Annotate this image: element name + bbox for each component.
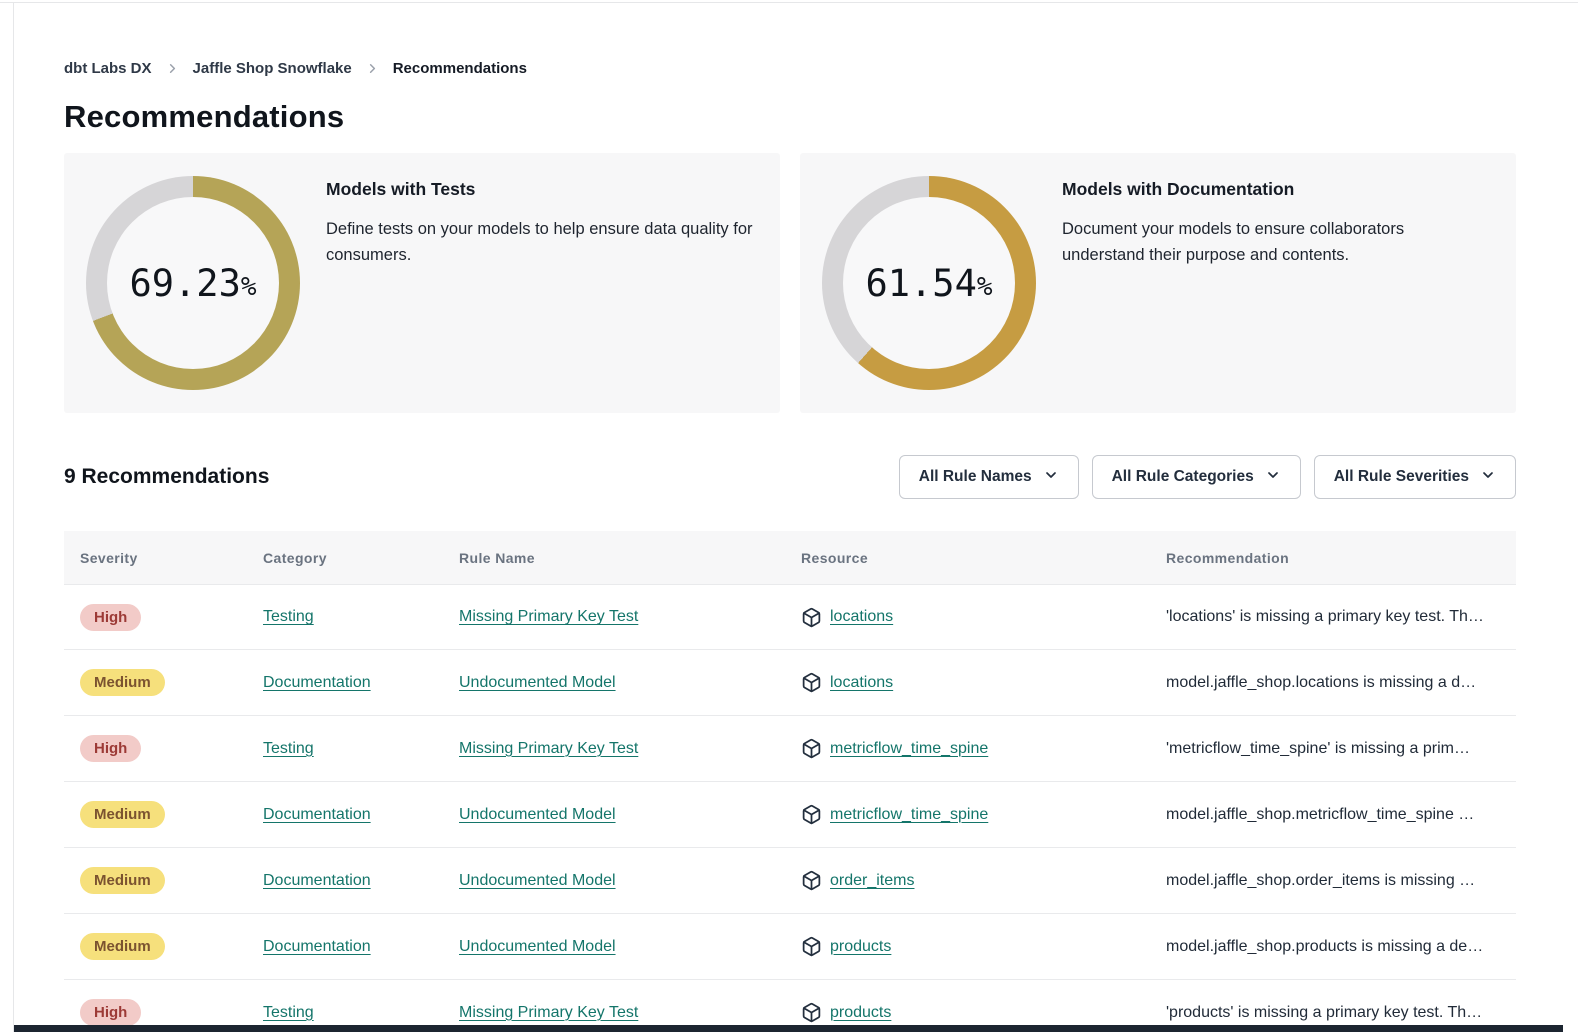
resource-link[interactable]: products [830,1004,891,1022]
breadcrumb-item-current: Recommendations [393,60,527,77]
severity-badge: Medium [80,867,165,894]
chevron-right-icon [165,61,180,76]
rule-categories-filter-dropdown[interactable]: All Rule Categories [1092,455,1301,499]
models-with-documentation-card: 61.54% Models with Documentation Documen… [800,153,1516,413]
card-title: Models with Documentation [1062,179,1462,200]
table-header-row: Severity Category Rule Name Resource Rec… [64,531,1516,584]
resource-link[interactable]: locations [830,608,893,626]
rule-name-link[interactable]: Undocumented Model [459,938,616,955]
recommendations-count-title: 9 Recommendations [64,465,269,489]
bottom-dark-bar [14,1025,1563,1032]
rule-name-link[interactable]: Missing Primary Key Test [459,1004,638,1021]
model-box-icon [801,870,822,891]
model-box-icon [801,804,822,825]
model-box-icon [801,1002,822,1023]
category-link[interactable]: Documentation [263,806,371,823]
column-header-resource: Resource [801,550,1166,566]
model-box-icon [801,936,822,957]
recommendation-text: 'metricflow_time_spine' is missing a pri… [1166,740,1516,758]
column-header-rule-name: Rule Name [459,550,801,566]
panel-left-border [13,2,14,1032]
filter-bar: All Rule Names All Rule Categories All R… [899,455,1516,499]
documentation-percent-value: 61.54% [822,176,1036,390]
category-link[interactable]: Testing [263,1004,314,1021]
table-row: High Testing Missing Primary Key Test lo… [64,584,1516,650]
metric-cards: 69.23% Models with Tests Define tests on… [64,153,1516,413]
resource-link[interactable]: order_items [830,872,914,890]
tests-percent-value: 69.23% [86,176,300,390]
severity-badge: Medium [80,801,165,828]
category-link[interactable]: Testing [263,608,314,625]
recommendation-text: 'products' is missing a primary key test… [1166,1004,1516,1022]
resource-link[interactable]: metricflow_time_spine [830,740,988,758]
card-title: Models with Tests [326,179,780,200]
severity-badge: High [80,604,141,631]
severity-badge: High [80,999,141,1026]
category-link[interactable]: Testing [263,740,314,757]
table-row: Medium Documentation Undocumented Model … [64,650,1516,716]
table-row: High Testing Missing Primary Key Test me… [64,716,1516,782]
rule-name-link[interactable]: Missing Primary Key Test [459,608,638,625]
column-header-category: Category [263,550,459,566]
resource-link[interactable]: products [830,938,891,956]
table-row: Medium Documentation Undocumented Model … [64,782,1516,848]
recommendation-text: model.jaffle_shop.locations is missing a… [1166,674,1516,692]
rule-names-filter-dropdown[interactable]: All Rule Names [899,455,1079,499]
table-row: Medium Documentation Undocumented Model … [64,914,1516,980]
documentation-donut-chart: 61.54% [822,176,1036,390]
category-link[interactable]: Documentation [263,674,371,691]
severity-badge: Medium [80,669,165,696]
chevron-down-icon [1043,466,1059,488]
chevron-right-icon [365,61,380,76]
table-body: High Testing Missing Primary Key Test lo… [64,584,1516,1032]
models-with-tests-card: 69.23% Models with Tests Define tests on… [64,153,780,413]
rule-name-link[interactable]: Missing Primary Key Test [459,740,638,757]
main-content: dbt Labs DX Jaffle Shop Snowflake Recomm… [64,0,1516,1032]
severity-badge: High [80,735,141,762]
recommendation-text: 'locations' is missing a primary key tes… [1166,608,1516,626]
category-link[interactable]: Documentation [263,938,371,955]
resource-link[interactable]: locations [830,674,893,692]
chevron-down-icon [1265,466,1281,488]
recommendation-text: model.jaffle_shop.products is missing a … [1166,938,1516,956]
recommendations-table: Severity Category Rule Name Resource Rec… [64,531,1516,1032]
recommendation-text: model.jaffle_shop.metricflow_time_spine … [1166,806,1516,824]
table-row: Medium Documentation Undocumented Model … [64,848,1516,914]
chevron-down-icon [1480,466,1496,488]
category-link[interactable]: Documentation [263,872,371,889]
recommendation-text: model.jaffle_shop.order_items is missing… [1166,872,1516,890]
severity-badge: Medium [80,933,165,960]
rule-severities-filter-dropdown[interactable]: All Rule Severities [1314,455,1516,499]
model-box-icon [801,607,822,628]
breadcrumb: dbt Labs DX Jaffle Shop Snowflake Recomm… [64,60,1516,77]
model-box-icon [801,672,822,693]
column-header-severity: Severity [80,550,263,566]
card-description: Define tests on your models to help ensu… [326,216,780,269]
rule-name-link[interactable]: Undocumented Model [459,872,616,889]
tests-donut-chart: 69.23% [86,176,300,390]
resource-link[interactable]: metricflow_time_spine [830,806,988,824]
page-title: Recommendations [64,99,1516,135]
rule-name-link[interactable]: Undocumented Model [459,674,616,691]
column-header-recommendation: Recommendation [1166,550,1516,566]
rule-name-link[interactable]: Undocumented Model [459,806,616,823]
breadcrumb-item-account[interactable]: dbt Labs DX [64,60,152,77]
card-description: Document your models to ensure collabora… [1062,216,1462,269]
model-box-icon [801,738,822,759]
breadcrumb-item-project[interactable]: Jaffle Shop Snowflake [193,60,352,77]
